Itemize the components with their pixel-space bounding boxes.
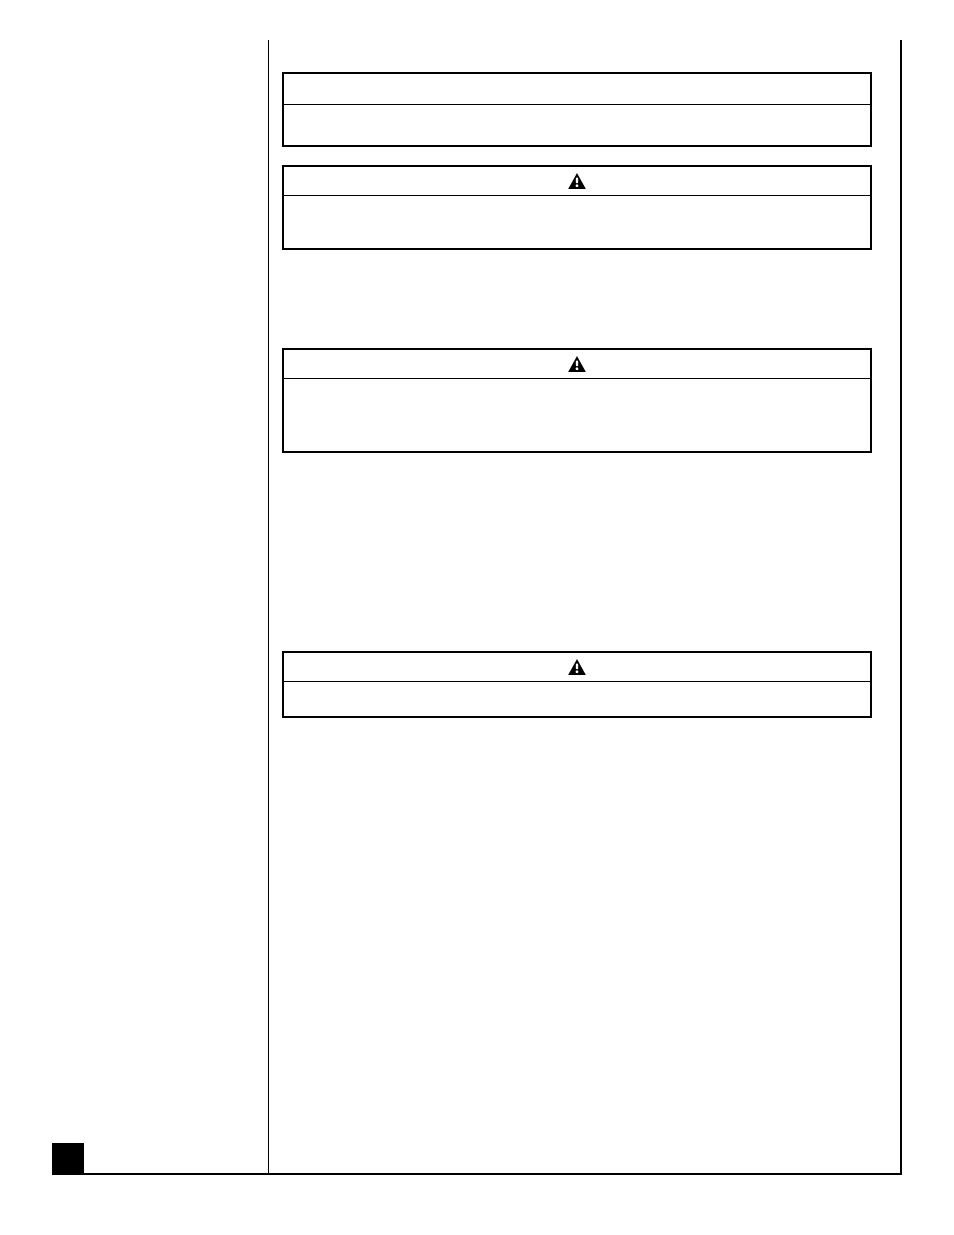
- callout-header: [284, 74, 870, 105]
- page-number-block: [52, 1143, 84, 1175]
- main-content-column: [268, 72, 886, 726]
- warning-icon: [568, 173, 586, 189]
- callout-header: [284, 167, 870, 196]
- document-page: [0, 0, 954, 1235]
- callout-box: [282, 165, 872, 250]
- page-border-bottom: [52, 1173, 902, 1175]
- callout-header: [284, 653, 870, 682]
- callout-body: [284, 682, 870, 716]
- warning-icon: [568, 659, 586, 675]
- callout-box: [282, 72, 872, 147]
- callout-body: [284, 105, 870, 145]
- page-border-right: [900, 40, 902, 1175]
- warning-icon: [568, 356, 586, 372]
- callout-body: [284, 196, 870, 248]
- callout-box: [282, 651, 872, 718]
- callout-header: [284, 350, 870, 379]
- spacer: [268, 155, 886, 165]
- spacer: [268, 258, 886, 348]
- spacer: [268, 461, 886, 651]
- callout-box: [282, 348, 872, 453]
- callout-body: [284, 379, 870, 451]
